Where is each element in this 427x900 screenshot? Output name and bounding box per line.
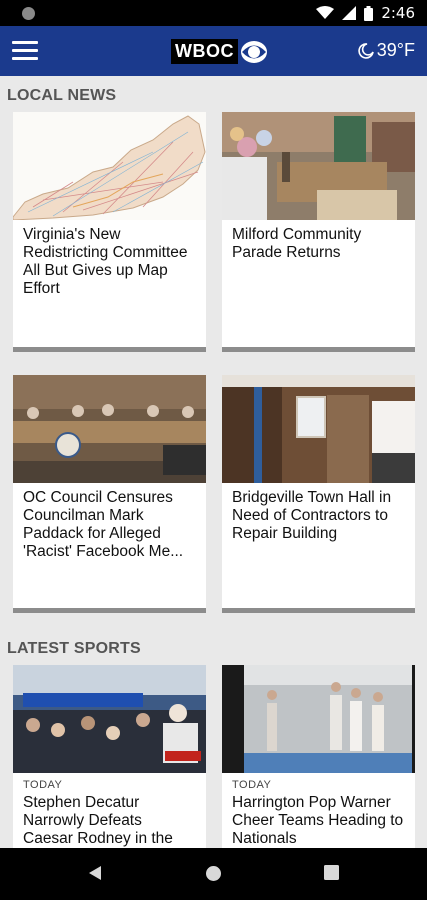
- card-divider: [13, 608, 206, 613]
- sports-card[interactable]: TODAY Harrington Pop Warner Cheer Teams …: [222, 665, 415, 848]
- system-nav-bar: [0, 848, 427, 900]
- news-thumbnail-parade: [222, 112, 415, 220]
- news-card[interactable]: Bridgeville Town Hall in Need of Contrac…: [222, 375, 415, 613]
- sports-headline: Stephen Decatur Narrowly Defeats Caesar …: [23, 794, 173, 847]
- station-logo[interactable]: WBOC: [171, 39, 268, 64]
- sports-thumbnail-cheer: [222, 665, 415, 773]
- news-headline: Virginia's New Redistricting Committee A…: [23, 226, 188, 297]
- cbs-eye-icon: [241, 40, 267, 63]
- news-thumbnail-town-hall: [222, 375, 415, 483]
- sports-headline: Harrington Pop Warner Cheer Teams Headin…: [232, 794, 404, 847]
- news-headline: Milford Community Parade Returns: [232, 226, 362, 261]
- back-icon[interactable]: [88, 865, 102, 881]
- card-divider: [222, 347, 415, 352]
- section-title-latest-sports: LATEST SPORTS: [7, 640, 141, 657]
- news-headline: OC Council Censures Councilman Mark Padd…: [23, 489, 184, 560]
- temperature: 39°F: [376, 40, 415, 60]
- signal-icon: [342, 6, 357, 20]
- news-card[interactable]: Milford Community Parade Returns: [222, 112, 415, 352]
- date-label: TODAY: [232, 779, 272, 791]
- app-bar: WBOC 39°F: [0, 26, 427, 76]
- card-divider: [13, 347, 206, 352]
- camera-icon: [22, 7, 35, 20]
- logo-text: WBOC: [171, 39, 238, 64]
- news-card[interactable]: OC Council Censures Councilman Mark Padd…: [13, 375, 206, 613]
- status-time: 2:46: [381, 4, 415, 22]
- news-headline: Bridgeville Town Hall in Need of Contrac…: [232, 489, 392, 542]
- status-bar: 2:46: [0, 0, 427, 26]
- weather-widget[interactable]: 39°F: [358, 40, 415, 61]
- battery-icon: [364, 5, 374, 21]
- sports-thumbnail-basketball: [13, 665, 206, 773]
- section-title-local-news: LOCAL NEWS: [7, 87, 117, 104]
- card-divider: [222, 608, 415, 613]
- wifi-icon: [316, 6, 335, 19]
- home-icon[interactable]: [205, 865, 222, 882]
- news-thumbnail-map: [13, 112, 206, 220]
- news-card[interactable]: Virginia's New Redistricting Committee A…: [13, 112, 206, 352]
- moon-icon: [358, 42, 374, 59]
- recents-icon[interactable]: [324, 865, 339, 880]
- sports-card[interactable]: TODAY Stephen Decatur Narrowly Defeats C…: [13, 665, 206, 848]
- news-thumbnail-council: [13, 375, 206, 483]
- menu-icon[interactable]: [12, 41, 38, 61]
- date-label: TODAY: [23, 779, 63, 791]
